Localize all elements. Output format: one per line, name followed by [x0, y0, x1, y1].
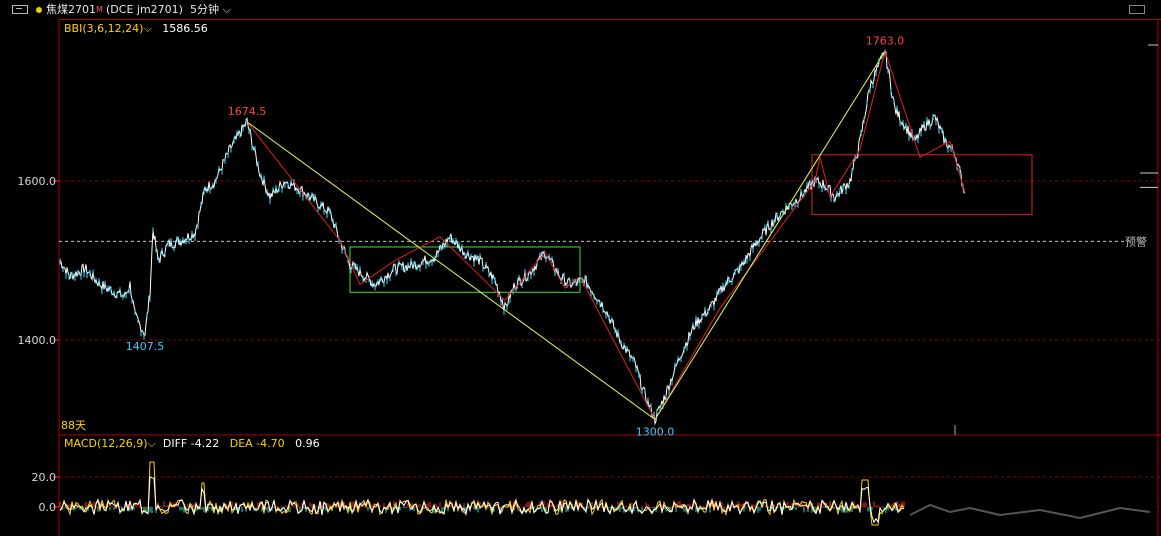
days-label: 88天 [61, 419, 86, 432]
macd-indicator-label[interactable]: MACD(12,26,9)⌵ DIFF -4.22 DEA -4.70 0.96 [64, 437, 320, 450]
extreme-label: 1674.5 [228, 105, 267, 118]
macd-name: MACD(12,26,9) [64, 437, 148, 450]
layout-toggle-icon[interactable] [1129, 5, 1145, 14]
period-selector[interactable]: 5分钟 ⌵ [190, 0, 231, 19]
y-tick-label: 1400.0 [18, 334, 57, 347]
bbi-indicator-label[interactable]: BBI(3,6,12,24)⌵ 1586.56 [64, 22, 208, 35]
macd-y-tick-label: 20.0 [32, 471, 57, 484]
symbol-code: (DCE jm2701) [106, 3, 183, 16]
symbol-name[interactable]: 焦煤2701M [46, 0, 103, 23]
macd-y-tick-label: 0.0 [39, 501, 57, 514]
bbi-value: 1586.56 [162, 22, 208, 35]
chart-header: 焦煤2701M (DCE jm2701) 5分钟 ⌵ [0, 0, 1161, 19]
extreme-label: 1763.0 [866, 34, 905, 47]
chevron-down-icon: ⌵ [222, 3, 231, 16]
macd-diff: DIFF -4.22 [162, 437, 220, 450]
kline-chart[interactable]: 1600.0 1400.0 预警 88天 20.0 0.0 1674.5 1407.5 130… [0, 0, 1161, 536]
extreme-label: 1407.5 [126, 340, 165, 353]
status-dot-icon [36, 7, 42, 13]
extreme-label: 1300.0 [636, 426, 675, 439]
y-tick-label: 1600.0 [18, 175, 57, 188]
chevron-down-icon[interactable]: ⌵ [143, 22, 151, 35]
bbi-name: BBI(3,6,12,24) [64, 22, 144, 35]
macd-dea: DEA -4.70 [229, 437, 285, 450]
alert-label: 预警 [1125, 234, 1147, 248]
window-icon[interactable] [12, 5, 28, 14]
chevron-down-icon[interactable]: ⌵ [148, 437, 156, 450]
macd-value: 0.96 [295, 437, 320, 450]
